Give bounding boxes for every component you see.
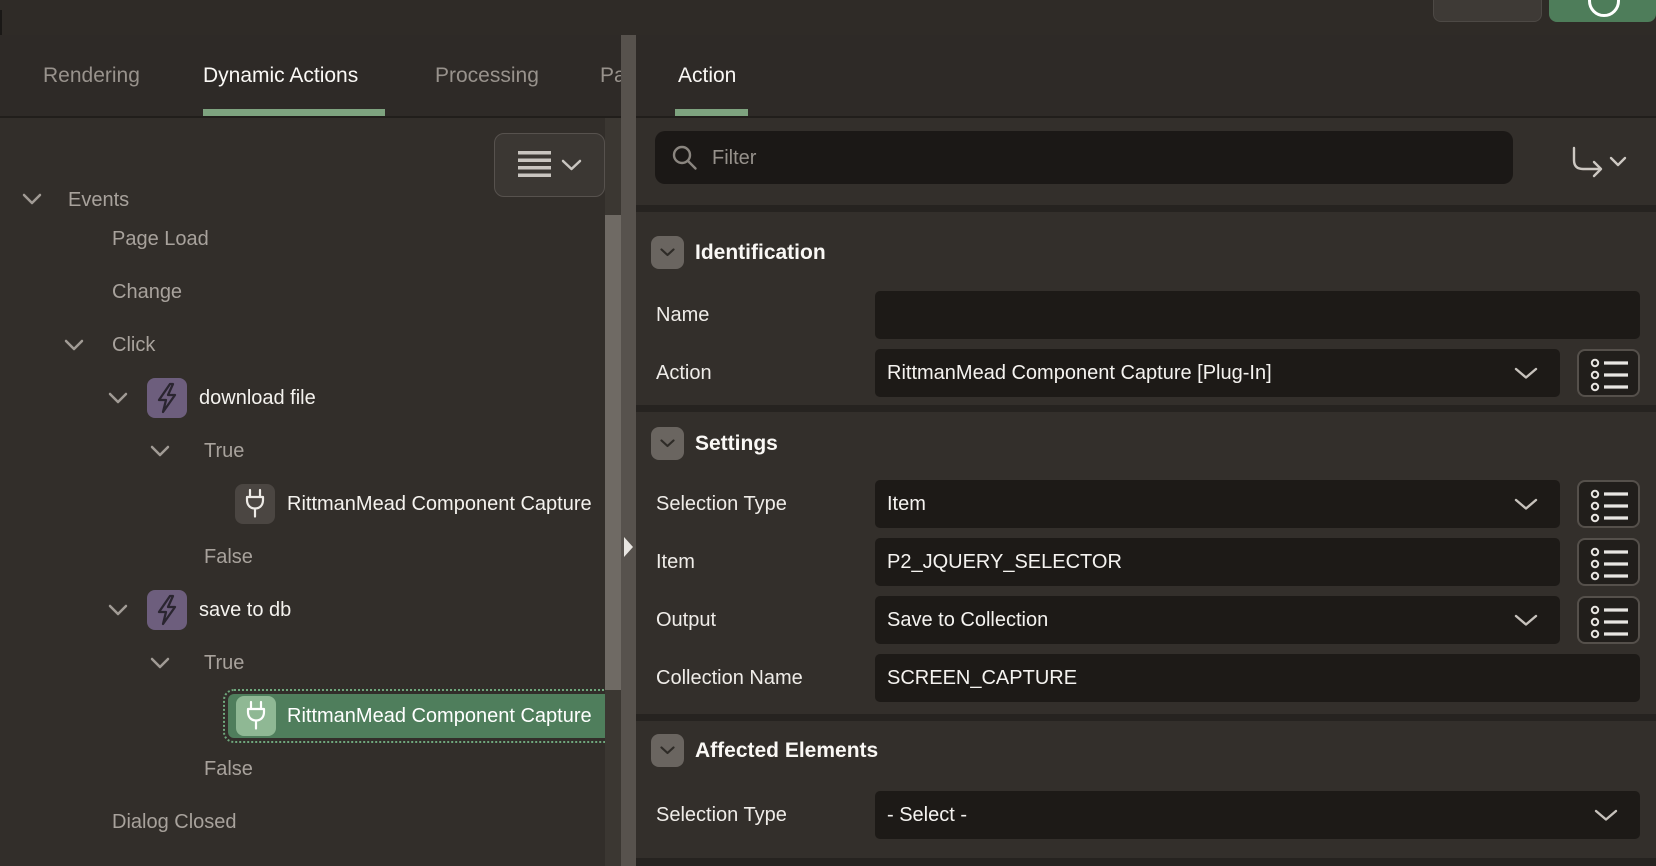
lightning-icon [147, 590, 187, 630]
output-select[interactable]: Save to Collection [875, 596, 1560, 644]
field-row-ae-selection-type: Selection Type - Select - [636, 791, 1656, 839]
tab-action[interactable]: Action [678, 35, 736, 116]
output-lov-button[interactable] [1577, 596, 1640, 644]
circle-glyph-icon [1588, 0, 1620, 17]
tab-page-clipped[interactable]: Pa [600, 35, 621, 116]
tree-item-true-branch[interactable]: True [0, 425, 621, 477]
tree-item-click[interactable]: Click [0, 319, 621, 371]
tree-item-plugin-action-selected[interactable]: RittmanMead Component Capture [0, 689, 621, 743]
collapse-affected-elements-button[interactable] [651, 734, 684, 767]
field-label: Name [656, 304, 710, 326]
chevron-down-icon[interactable] [150, 657, 170, 670]
tab-rendering[interactable]: Rendering [43, 35, 140, 116]
tree-item-true-branch[interactable]: True [0, 637, 621, 689]
plug-icon [236, 696, 276, 736]
collection-name-input-wrap [875, 654, 1640, 702]
field-label: Output [656, 609, 717, 631]
section-divider [636, 405, 1656, 412]
field-label: Selection Type [656, 804, 787, 826]
field-row-item: Item [636, 538, 1656, 586]
ae-selection-type-select[interactable]: - Select - [875, 791, 1640, 839]
property-filter [655, 131, 1513, 186]
chevron-down-icon[interactable] [150, 445, 170, 458]
field-label: Item [656, 551, 695, 573]
chevron-down-icon[interactable] [64, 339, 84, 352]
chevron-down-icon[interactable] [22, 193, 42, 206]
field-label: Selection Type [656, 493, 787, 515]
apex-page-designer: { "colors": { "accent_green": "#7EA37F",… [0, 0, 1656, 866]
toolbar-secondary-button[interactable] [1433, 0, 1542, 22]
field-label: Action [656, 362, 712, 384]
chevron-down-icon [660, 746, 675, 755]
tree-item-page-load[interactable]: Page Load [0, 213, 621, 265]
chevron-down-icon [660, 439, 675, 448]
splitter-collapse-handle-icon[interactable] [624, 537, 633, 557]
section-title-settings: Settings [695, 432, 778, 455]
right-tab-bar: Action [636, 35, 1656, 118]
collection-name-input[interactable] [887, 654, 1628, 702]
filter-input[interactable] [710, 131, 1494, 186]
panel-splitter[interactable] [621, 35, 636, 866]
section-divider [636, 858, 1656, 866]
list-icon [1590, 489, 1628, 523]
tab-dynamic-actions[interactable]: Dynamic Actions [203, 35, 358, 116]
field-row-name: Name [636, 291, 1656, 339]
tree-root-events[interactable]: Events [68, 186, 129, 214]
item-input[interactable] [887, 538, 1548, 586]
chevron-down-icon[interactable] [108, 604, 128, 617]
section-title-affected-elements: Affected Elements [695, 739, 879, 762]
collapse-settings-button[interactable] [651, 427, 684, 460]
item-input-wrap [875, 538, 1560, 586]
field-row-selection-type: Selection Type Item [636, 480, 1656, 528]
field-row-action: Action RittmanMead Component Capture [Pl… [636, 349, 1656, 397]
tree-menu-button[interactable] [494, 133, 605, 197]
item-lov-button[interactable] [1577, 538, 1640, 586]
field-row-output: Output Save to Collection [636, 596, 1656, 644]
dynamic-actions-tree-panel: Rendering Dynamic Actions Processing Pa … [0, 35, 621, 866]
selection-type-select[interactable]: Item [875, 480, 1560, 528]
top-toolbar [0, 0, 1656, 37]
plug-icon [235, 484, 275, 524]
search-icon [672, 145, 697, 170]
chevron-down-icon [1514, 367, 1538, 379]
tree-item-download-file[interactable]: download file [0, 372, 621, 424]
chevron-down-icon [561, 159, 581, 170]
active-tab-underline [675, 109, 748, 116]
selection-type-lov-button[interactable] [1577, 480, 1640, 528]
name-input-wrap [875, 291, 1640, 339]
property-editor-panel: Action Identification Name Action Rittma… [636, 35, 1656, 866]
tree-item-false-branch[interactable]: False [0, 531, 621, 583]
list-menu-icon [517, 151, 551, 177]
toolbar-primary-button[interactable] [1549, 0, 1656, 22]
collapse-identification-button[interactable] [651, 236, 684, 269]
section-divider [636, 714, 1656, 721]
name-input[interactable] [887, 291, 1628, 339]
list-icon [1590, 358, 1628, 392]
tree-item-save-to-db[interactable]: save to db [0, 584, 621, 636]
tree-item-dialog-closed[interactable]: Dialog Closed [0, 796, 621, 848]
section-divider [636, 205, 1656, 212]
tree-item-change[interactable]: Change [0, 266, 621, 318]
chevron-down-icon [1514, 614, 1538, 626]
action-select[interactable]: RittmanMead Component Capture [Plug-In] [875, 349, 1560, 397]
section-title-identification: Identification [695, 241, 826, 264]
selected-node-highlight: RittmanMead Component Capture [223, 689, 621, 743]
field-label: Collection Name [656, 667, 803, 689]
list-icon [1590, 605, 1628, 639]
chevron-down-icon [660, 248, 675, 257]
chevron-down-icon [1514, 498, 1538, 510]
tab-processing[interactable]: Processing [435, 35, 539, 116]
left-tab-bar: Rendering Dynamic Actions Processing Pa [0, 35, 621, 118]
goto-group-arrow-icon[interactable] [1569, 145, 1627, 181]
action-lov-button[interactable] [1577, 349, 1640, 397]
chevron-down-icon [1594, 809, 1618, 821]
tree-item-plugin-action[interactable]: RittmanMead Component Capture [0, 478, 621, 530]
chevron-down-icon[interactable] [108, 392, 128, 405]
lightning-icon [147, 378, 187, 418]
tree-scrollbar-thumb[interactable] [605, 215, 621, 690]
list-icon [1590, 547, 1628, 581]
active-tab-underline [203, 109, 385, 116]
tree-item-false-branch[interactable]: False [0, 743, 621, 795]
field-row-collection-name: Collection Name [636, 654, 1656, 702]
